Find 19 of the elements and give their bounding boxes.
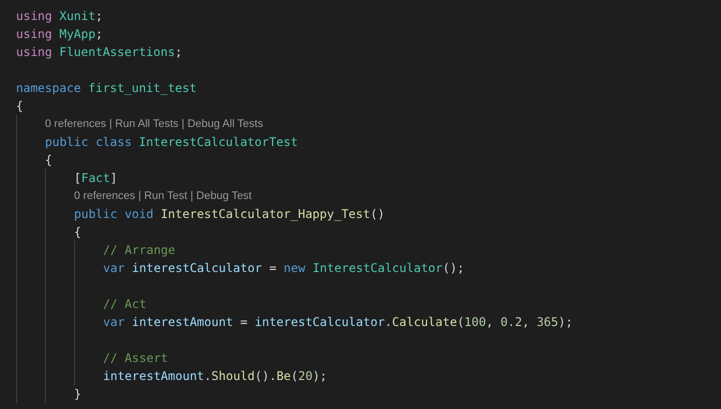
code-line: { [45, 152, 52, 169]
codelens-links[interactable]: 0 references | Run Test | Debug Test [74, 187, 252, 205]
code-line: using FluentAssertions; [16, 44, 182, 61]
codelens-links[interactable]: 0 references | Run All Tests | Debug All Tests [45, 115, 264, 133]
code-line: var interestAmount = interestCalculator.Calculate(100, 0.2, 365); [103, 314, 573, 331]
code-line: { [16, 98, 24, 115]
code-line: public class InterestCalculatorTest [45, 134, 298, 151]
code-line: // Assert [103, 350, 168, 367]
code-line: using Xunit; [16, 8, 103, 25]
code-line: // Act [103, 296, 146, 313]
code-line: [Fact] [74, 170, 118, 187]
code-line: // Arrange [103, 242, 176, 259]
code-line: using MyApp; [16, 26, 103, 43]
code-line: namespace first_unit_test [16, 80, 197, 97]
code-line: { [74, 224, 82, 241]
code-line: interestAmount.Should().Be(20); [103, 368, 328, 385]
code-line: } [74, 386, 82, 403]
code-line: public void InterestCalculator_Happy_Test() [74, 206, 385, 223]
code-line: var interestCalculator = new InterestCalculator(); [103, 260, 464, 277]
